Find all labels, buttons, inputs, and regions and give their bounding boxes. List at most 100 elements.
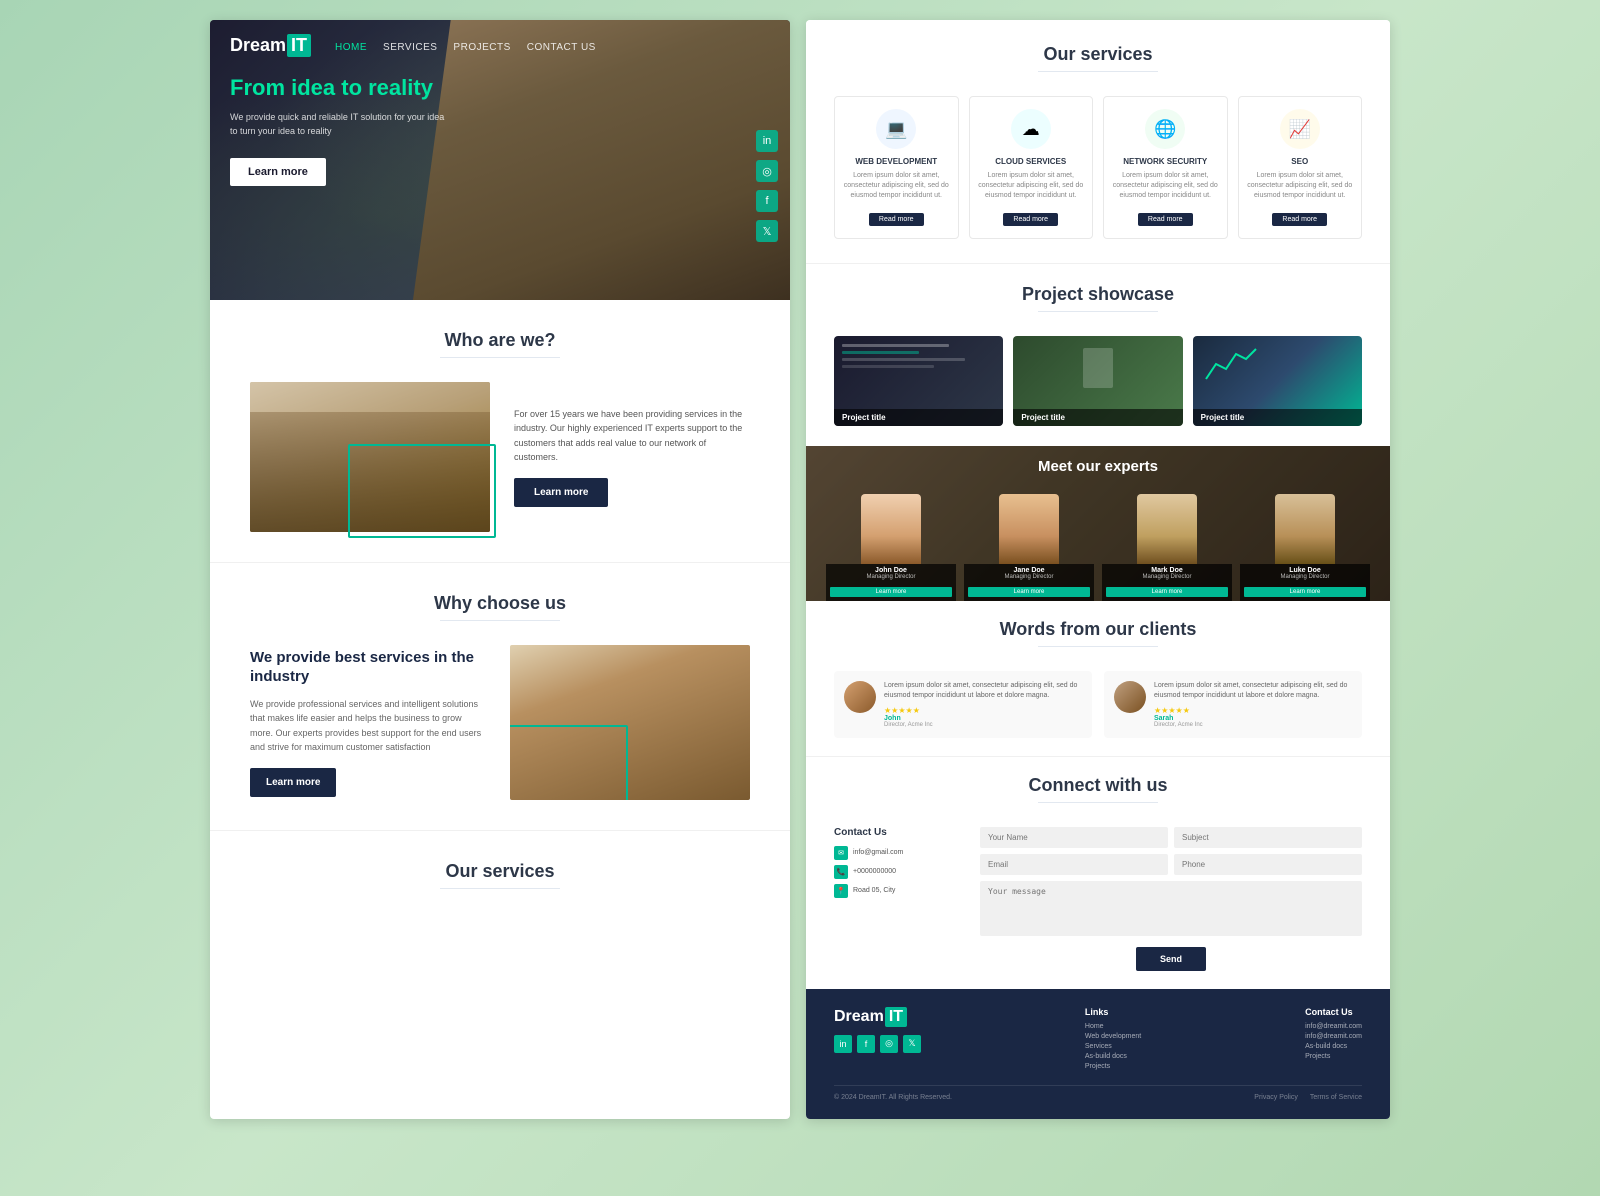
- email-input[interactable]: [980, 854, 1168, 875]
- expert-4-photo: [1275, 494, 1335, 564]
- message-textarea[interactable]: [980, 881, 1362, 936]
- privacy-link[interactable]: Privacy Policy: [1254, 1094, 1298, 1101]
- footer-content: Dream IT in f ◎ 𝕏 Links Home Web develop…: [834, 1007, 1362, 1073]
- clients-title: Words from our clients: [834, 619, 1362, 640]
- testimonial-1: Lorem ipsum dolor sit amet, consectetur …: [834, 671, 1092, 738]
- project-card-1[interactable]: Project title: [834, 336, 1003, 426]
- project-card-3[interactable]: Project title: [1193, 336, 1362, 426]
- footer-social: in f ◎ 𝕏: [834, 1035, 921, 1053]
- facebook-icon[interactable]: f: [756, 190, 778, 212]
- phone-icon: 📞: [834, 865, 848, 879]
- why-body: We provide professional services and int…: [250, 697, 486, 755]
- terms-link[interactable]: Terms of Service: [1310, 1094, 1362, 1101]
- contact-email: info@gmail.com: [853, 849, 903, 856]
- footer-linkedin-icon[interactable]: in: [834, 1035, 852, 1053]
- expert-2-role: Managing Director: [968, 574, 1090, 580]
- footer-facebook-icon[interactable]: f: [857, 1035, 875, 1053]
- contact-info: Contact Us ✉ info@gmail.com 📞 +000000000…: [834, 827, 964, 971]
- footer-contact-list: info@dreamit.com info@dreamit.com As-bui…: [1305, 1023, 1362, 1060]
- project-showcase-section: Project showcase Project title: [806, 263, 1390, 446]
- testimonial-2-content: Lorem ipsum dolor sit amet, consectetur …: [1154, 681, 1352, 728]
- expert-1-role: Managing Director: [830, 574, 952, 580]
- footer-brand-col: Dream IT in f ◎ 𝕏: [834, 1007, 921, 1073]
- web-dev-btn[interactable]: Read more: [869, 213, 924, 226]
- nav-projects[interactable]: PROJECTS: [453, 42, 510, 53]
- clients-divider: [1038, 646, 1158, 647]
- send-button[interactable]: Send: [1136, 947, 1206, 971]
- contact-phone: +0000000000: [853, 868, 896, 875]
- service-card-seo: 📈 SEO Lorem ipsum dolor sit amet, consec…: [1238, 96, 1363, 239]
- footer-link-home[interactable]: Home: [1085, 1023, 1141, 1030]
- expert-1-info: John Doe Managing Director Learn more: [826, 564, 956, 601]
- connect-section: Connect with us Contact Us ✉ info@gmail.…: [806, 756, 1390, 989]
- twitter-icon[interactable]: 𝕏: [756, 220, 778, 242]
- who-image-inner: [250, 382, 490, 532]
- testimonial-2: Lorem ipsum dolor sit amet, consectetur …: [1104, 671, 1362, 738]
- footer-link-projects[interactable]: Projects: [1085, 1063, 1141, 1070]
- cloud-btn[interactable]: Read more: [1003, 213, 1058, 226]
- expert-1-btn[interactable]: Learn more: [830, 587, 952, 597]
- hero-section: Dream IT HOME SERVICES PROJECTS CONTACT …: [210, 20, 790, 300]
- hero-learn-more-button[interactable]: Learn more: [230, 158, 326, 186]
- logo-it: IT: [287, 34, 311, 57]
- instagram-icon[interactable]: ◎: [756, 160, 778, 182]
- services-grid: 💻 WEB DEVELOPMENT Lorem ipsum dolor sit …: [834, 96, 1362, 239]
- testimonial-1-role: Director, Acme Inc: [884, 722, 1082, 728]
- expert-3-btn[interactable]: Learn more: [1106, 587, 1228, 597]
- expert-card-3: Mark Doe Managing Director Learn more: [1102, 494, 1232, 601]
- linkedin-icon[interactable]: in: [756, 130, 778, 152]
- footer-link-webdev[interactable]: Web development: [1085, 1033, 1141, 1040]
- network-btn[interactable]: Read more: [1138, 213, 1193, 226]
- who-learn-more-button[interactable]: Learn more: [514, 478, 608, 507]
- expert-4-btn[interactable]: Learn more: [1244, 587, 1366, 597]
- expert-2-name: Jane Doe: [968, 567, 1090, 574]
- why-learn-more-button[interactable]: Learn more: [250, 768, 336, 797]
- footer-contact-title: Contact Us: [1305, 1007, 1362, 1017]
- nav-contact[interactable]: CONTACT US: [527, 42, 596, 53]
- location-icon: 📍: [834, 884, 848, 898]
- subject-input[interactable]: [1174, 827, 1362, 848]
- cloud-icon: ☁: [1011, 109, 1051, 149]
- footer-legal-links: Privacy Policy Terms of Service: [1254, 1094, 1362, 1101]
- why-image-inner: [510, 645, 750, 800]
- phone-input[interactable]: [1174, 854, 1362, 875]
- project-2-label: Project title: [1013, 409, 1182, 426]
- footer-link-asbuild[interactable]: As-build docs: [1085, 1053, 1141, 1060]
- project-card-2[interactable]: Project title: [1013, 336, 1182, 426]
- logo-dream: Dream: [230, 35, 286, 56]
- who-people: [250, 412, 490, 532]
- who-image: [250, 382, 490, 532]
- chart-svg: [1201, 344, 1261, 384]
- nav-home[interactable]: HOME: [335, 42, 367, 53]
- name-input[interactable]: [980, 827, 1168, 848]
- contact-info-title: Contact Us: [834, 827, 964, 838]
- service-card-web: 💻 WEB DEVELOPMENT Lorem ipsum dolor sit …: [834, 96, 959, 239]
- nav-services[interactable]: SERVICES: [383, 42, 437, 53]
- experts-title: Meet our experts: [806, 458, 1390, 475]
- footer-contact-2: info@dreamit.com: [1305, 1033, 1362, 1040]
- project-3-visual: [1193, 336, 1362, 397]
- seo-desc: Lorem ipsum dolor sit amet, consectetur …: [1247, 171, 1354, 200]
- seo-btn[interactable]: Read more: [1272, 213, 1327, 226]
- projects-divider: [1038, 311, 1158, 312]
- testimonial-1-avatar: [844, 681, 876, 713]
- cloud-title: CLOUD SERVICES: [978, 157, 1085, 166]
- hero-subtitle: We provide quick and reliable IT solutio…: [230, 111, 450, 138]
- footer-contact-3: As-build docs: [1305, 1043, 1362, 1050]
- footer-instagram-icon[interactable]: ◎: [880, 1035, 898, 1053]
- footer-link-services[interactable]: Services: [1085, 1043, 1141, 1050]
- footer-copyright: © 2024 DreamIT. All Rights Reserved.: [834, 1094, 952, 1101]
- hero-social: in ◎ f 𝕏: [756, 130, 778, 242]
- our-services-section: Our services 💻 WEB DEVELOPMENT Lorem ips…: [806, 20, 1390, 263]
- expert-card-1: John Doe Managing Director Learn more: [826, 494, 956, 601]
- footer-twitter-icon[interactable]: 𝕏: [903, 1035, 921, 1053]
- expert-4-info: Luke Doe Managing Director Learn more: [1240, 564, 1370, 601]
- expert-2-btn[interactable]: Learn more: [968, 587, 1090, 597]
- connect-divider: [1038, 802, 1158, 803]
- left-panel: Dream IT HOME SERVICES PROJECTS CONTACT …: [210, 20, 790, 1119]
- form-row-1: [980, 827, 1362, 848]
- footer-logo-it: IT: [885, 1007, 907, 1027]
- connect-layout: Contact Us ✉ info@gmail.com 📞 +000000000…: [834, 827, 1362, 971]
- footer-logo-dream: Dream: [834, 1008, 884, 1026]
- testimonial-1-text: Lorem ipsum dolor sit amet, consectetur …: [884, 681, 1082, 701]
